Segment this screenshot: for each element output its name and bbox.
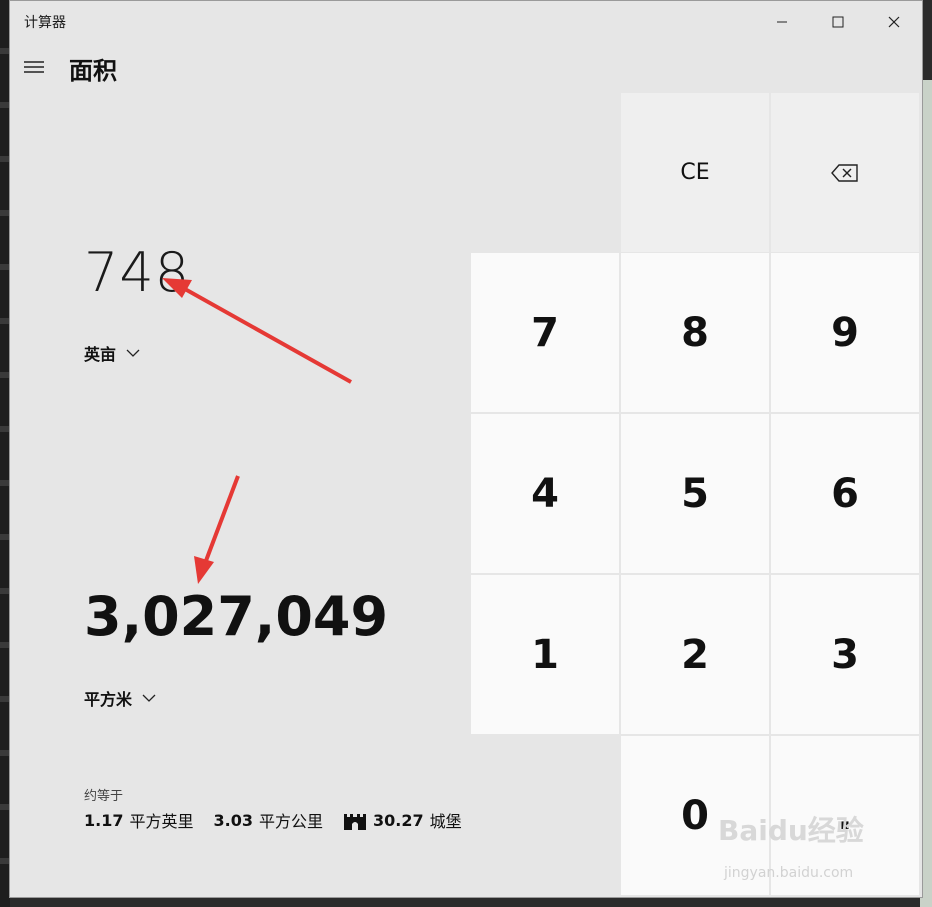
approx-unit: 平方英里	[129, 812, 194, 831]
approx-item: 1.17 平方英里	[84, 808, 194, 832]
output-value[interactable]: 3,027,049	[84, 585, 388, 648]
watermark-url: jingyan.baidu.com	[724, 865, 854, 881]
digit-8-button[interactable]: 8	[621, 253, 769, 412]
page-title: 面积	[69, 57, 117, 85]
chevron-down-icon	[142, 694, 156, 702]
minimize-icon	[777, 21, 787, 23]
minimize-button[interactable]	[754, 1, 810, 43]
approx-unit: 平方公里	[258, 812, 323, 831]
from-unit-dropdown[interactable]: 英亩	[84, 341, 140, 365]
from-unit-label: 英亩	[84, 345, 117, 364]
approx-label: 约等于	[84, 789, 124, 804]
approx-item: 3.03 平方公里	[214, 808, 324, 832]
digit-1-button[interactable]: 1	[471, 575, 619, 734]
approx-value: 1.17	[84, 810, 124, 830]
calculator-window: 计算器 面积 748 英亩 3,027,049 平方米 约等于 1.17 平方英…	[9, 0, 923, 898]
header: 面积	[10, 43, 470, 93]
digit-3-button[interactable]: 3	[771, 575, 919, 734]
digit-5-button[interactable]: 5	[621, 414, 769, 573]
digit-6-button[interactable]: 6	[771, 414, 919, 573]
hamburger-icon	[24, 61, 44, 73]
title-bar: 计算器	[10, 1, 922, 43]
digit-9-button[interactable]: 9	[771, 253, 919, 412]
approx-unit: 城堡	[429, 812, 462, 831]
castle-icon	[344, 814, 366, 830]
maximize-button[interactable]	[810, 1, 866, 43]
to-unit-dropdown[interactable]: 平方米	[84, 686, 156, 710]
menu-button[interactable]	[22, 55, 46, 79]
approx-value: 3.03	[213, 810, 253, 830]
watermark: Baidu经验	[718, 814, 864, 847]
approx-list: 1.17 平方英里 3.03 平方公里 30.27 城堡	[84, 808, 462, 832]
app-title: 计算器	[24, 15, 66, 31]
digit-2-button[interactable]: 2	[621, 575, 769, 734]
to-unit-label: 平方米	[84, 690, 133, 709]
maximize-icon	[832, 16, 844, 28]
backspace-icon	[831, 163, 858, 182]
backspace-button[interactable]	[771, 93, 919, 252]
close-icon	[888, 16, 900, 28]
approx-item: 30.27 城堡	[343, 808, 462, 832]
clear-entry-button[interactable]: CE	[621, 93, 769, 252]
chevron-down-icon	[126, 349, 140, 357]
approx-value: 30.27	[373, 810, 424, 830]
digit-7-button[interactable]: 7	[471, 253, 619, 412]
close-button[interactable]	[866, 1, 922, 43]
digit-4-button[interactable]: 4	[471, 414, 619, 573]
input-value[interactable]: 748	[84, 241, 190, 304]
